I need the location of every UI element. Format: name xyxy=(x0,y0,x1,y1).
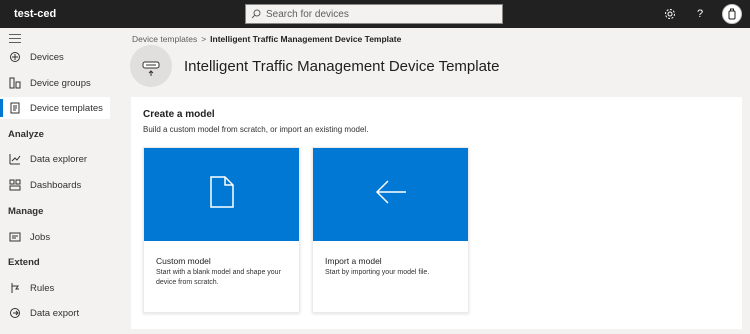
document-icon xyxy=(209,176,235,213)
import-model-card[interactable]: Import a model Start by importing your m… xyxy=(312,147,469,313)
card-banner xyxy=(144,148,299,241)
sidebar: Devices Device groups Device templates A… xyxy=(0,28,118,334)
card-banner xyxy=(313,148,468,241)
card-title: Import a model xyxy=(325,256,382,266)
card-description: Start by importing your model file. xyxy=(325,269,430,276)
sidebar-item-data-export[interactable]: Data export xyxy=(0,302,110,324)
sidebar-item-label: Data export xyxy=(30,307,80,319)
sidebar-item-rules[interactable]: Rules xyxy=(0,277,110,299)
panel-title: Create a model xyxy=(143,109,215,120)
hamburger-menu-icon[interactable] xyxy=(9,34,21,44)
sidebar-item-data-explorer[interactable]: Data explorer xyxy=(0,148,110,170)
sidebar-item-jobs[interactable]: Jobs xyxy=(0,226,110,248)
arrow-left-icon xyxy=(374,179,408,210)
panel-subtitle: Build a custom model from scratch, or im… xyxy=(143,125,369,134)
devices-icon xyxy=(8,50,22,64)
sidebar-item-label: Device groups xyxy=(30,77,91,89)
sidebar-item-devices[interactable]: Devices xyxy=(0,46,110,68)
nav-section-manage: Manage xyxy=(8,206,44,217)
sidebar-item-label: Rules xyxy=(30,282,55,294)
custom-model-card[interactable]: Custom model Start with a blank model an… xyxy=(143,147,300,313)
sidebar-item-label: Devices xyxy=(30,51,64,63)
gear-icon[interactable] xyxy=(662,6,678,22)
search-input[interactable] xyxy=(266,8,496,20)
sidebar-item-label: Device templates xyxy=(30,102,103,114)
sidebar-item-label: Dashboards xyxy=(30,179,82,191)
nav-section-extend: Extend xyxy=(8,257,40,268)
export-icon xyxy=(8,306,22,320)
search-icon xyxy=(246,5,266,23)
top-icons: ? xyxy=(662,0,742,28)
device-template-icon xyxy=(130,45,172,87)
create-model-panel: Create a model Build a custom model from… xyxy=(131,97,742,329)
page-title: Intelligent Traffic Management Device Te… xyxy=(184,58,500,75)
help-icon[interactable]: ? xyxy=(692,6,708,22)
dashboard-icon xyxy=(8,178,22,192)
chart-icon xyxy=(8,152,22,166)
sidebar-item-dashboards[interactable]: Dashboards xyxy=(0,174,110,196)
breadcrumb-separator: > xyxy=(201,34,207,44)
breadcrumb-current: Intelligent Traffic Management Device Te… xyxy=(210,34,402,44)
jobs-icon xyxy=(8,230,22,244)
sidebar-item-device-groups[interactable]: Device groups xyxy=(0,72,110,94)
nav-section-analyze: Analyze xyxy=(8,129,44,140)
card-title: Custom model xyxy=(156,256,211,266)
breadcrumb-parent[interactable]: Device templates xyxy=(132,34,197,44)
avatar-icon[interactable] xyxy=(722,4,742,24)
search-box[interactable] xyxy=(245,4,503,24)
breadcrumb: Device templates > Intelligent Traffic M… xyxy=(132,34,401,44)
top-bar: test-ced ? xyxy=(0,0,750,28)
sidebar-item-device-templates[interactable]: Device templates xyxy=(0,97,110,119)
card-description: Start with a blank model and shape your … xyxy=(156,269,281,286)
sidebar-item-label: Data explorer xyxy=(30,153,88,165)
rules-icon xyxy=(8,281,22,295)
device-groups-icon xyxy=(8,76,22,90)
app-name[interactable]: test-ced xyxy=(14,8,242,20)
device-templates-icon xyxy=(8,101,22,115)
sidebar-item-label: Jobs xyxy=(30,231,51,243)
